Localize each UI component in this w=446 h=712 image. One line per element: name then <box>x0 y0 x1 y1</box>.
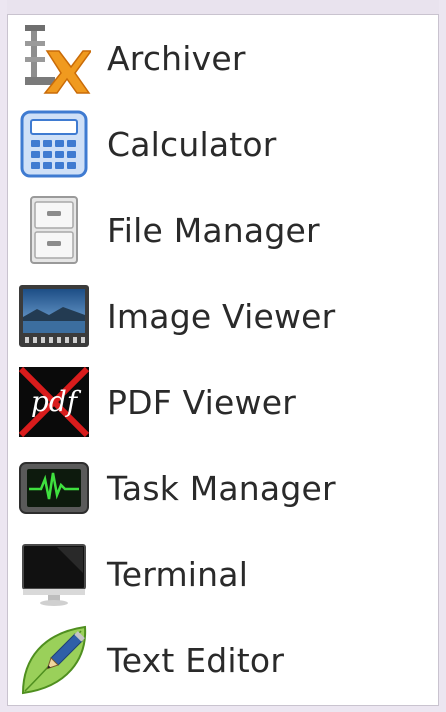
menu-item-calculator[interactable]: Calculator <box>8 101 438 187</box>
menu-item-task-manager[interactable]: Task Manager <box>8 445 438 531</box>
menu-item-label: Text Editor <box>107 640 285 680</box>
menu-item-pdf-viewer[interactable]: pdf PDF Viewer <box>8 359 438 445</box>
menu-item-text-editor[interactable]: Text Editor <box>8 617 438 703</box>
calculator-icon <box>17 107 91 181</box>
pdf-icon: pdf <box>17 365 91 439</box>
heartbeat-monitor-icon <box>17 451 91 525</box>
menu-item-label: File Manager <box>107 210 320 250</box>
menu-item-label: Archiver <box>107 38 246 78</box>
pdf-icon-text: pdf <box>31 385 82 418</box>
menu-item-label: Task Manager <box>107 468 336 508</box>
landscape-picture-icon <box>17 279 91 353</box>
monitor-icon <box>17 537 91 611</box>
menu-item-label: PDF Viewer <box>107 382 296 422</box>
menu-item-image-viewer[interactable]: Image Viewer <box>8 273 438 359</box>
menu-item-label: Image Viewer <box>107 296 336 336</box>
file-cabinet-icon <box>17 193 91 267</box>
menu-item-label: Calculator <box>107 124 277 164</box>
archiver-icon <box>17 21 91 95</box>
menu-item-label: Terminal <box>107 554 249 594</box>
menu-top-strip <box>7 0 439 14</box>
menu-item-file-manager[interactable]: File Manager <box>8 187 438 273</box>
leaf-pencil-icon <box>17 623 91 697</box>
applications-menu: Archiver Calculator File Manager Image V… <box>7 14 439 706</box>
menu-item-archiver[interactable]: Archiver <box>8 15 438 101</box>
menu-item-terminal[interactable]: Terminal <box>8 531 438 617</box>
